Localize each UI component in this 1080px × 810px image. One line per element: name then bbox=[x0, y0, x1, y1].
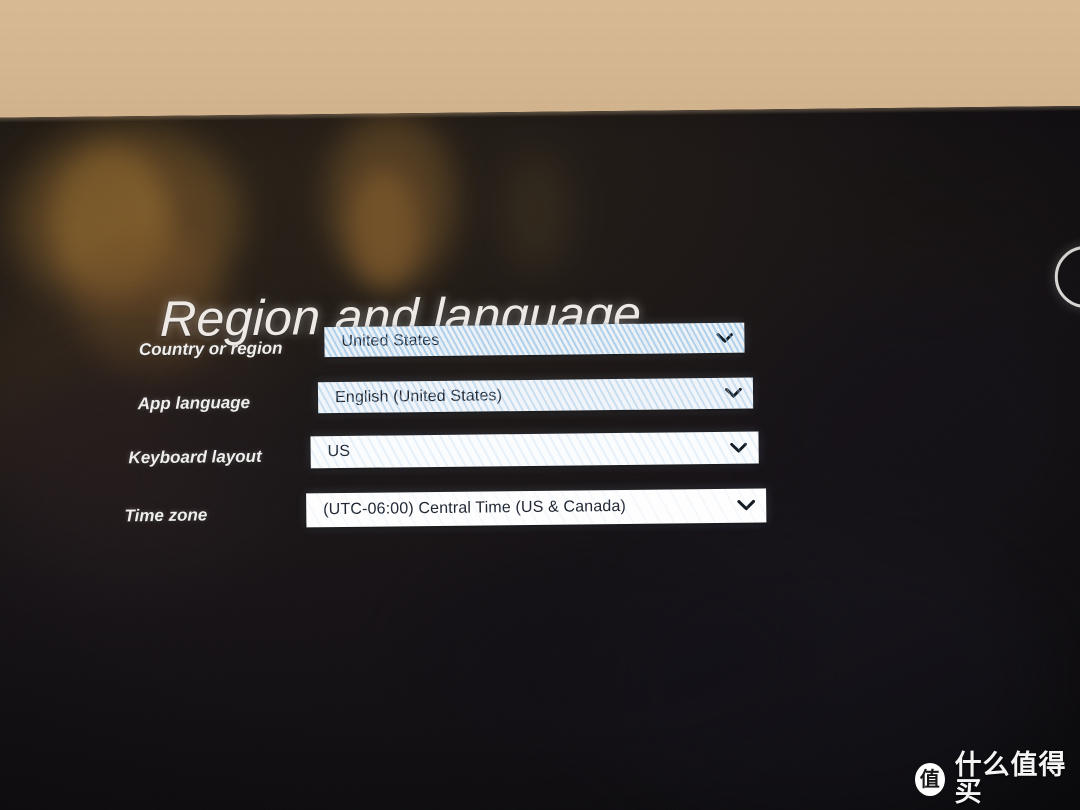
watermark-logo-icon: 值 bbox=[915, 762, 945, 796]
vignette-overlay bbox=[0, 105, 1080, 810]
watermark-text: 什么值得买 bbox=[954, 750, 1067, 808]
photo-of-monitor: Region and language Country or region Un… bbox=[0, 0, 1080, 810]
watermark: 值 什么值得买 bbox=[915, 752, 1080, 806]
monitor-panel: Region and language Country or region Un… bbox=[0, 105, 1080, 810]
screen-surface: Region and language Country or region Un… bbox=[0, 105, 1080, 810]
